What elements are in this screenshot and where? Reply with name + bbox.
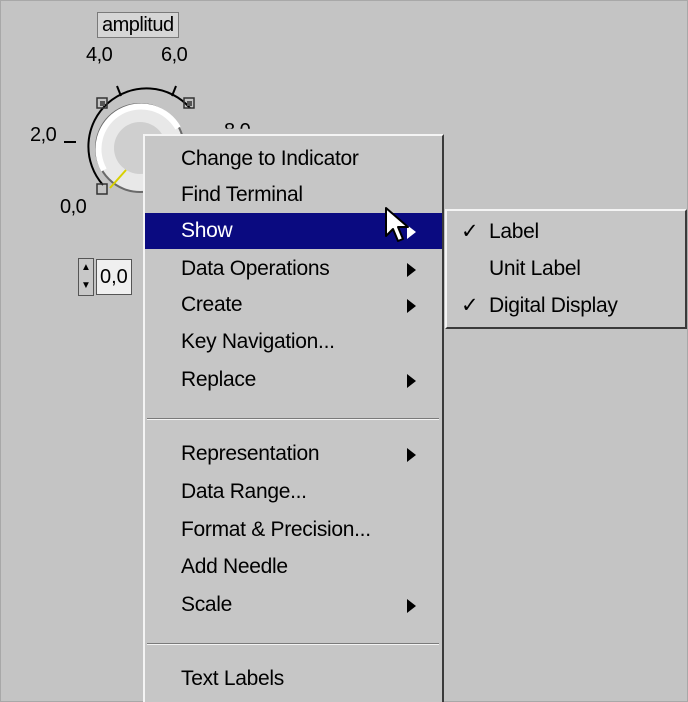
- checkmark-icon: ✓: [461, 294, 479, 317]
- submenu-arrow-icon: [407, 299, 416, 313]
- menu-item-label: Text Labels: [181, 667, 284, 690]
- submenu-item-text: Unit Label: [489, 257, 581, 280]
- menu-item-label: Data Operations: [181, 257, 330, 280]
- menu-item-label: Data Range...: [181, 480, 307, 503]
- menu-item-label: Find Terminal: [181, 183, 303, 206]
- show-submenu: ✓ Label Unit Label ✓ Digital Display: [445, 209, 687, 329]
- menu-item-label: Change to Indicator: [181, 147, 359, 170]
- menu-item-format-precision[interactable]: Format & Precision...: [145, 512, 442, 548]
- submenu-item-digital-display[interactable]: ✓ Digital Display: [447, 288, 683, 324]
- menu-item-replace[interactable]: Replace: [145, 362, 442, 398]
- menu-item-text-labels[interactable]: Text Labels: [145, 661, 442, 697]
- submenu-arrow-icon: [407, 263, 416, 277]
- menu-item-label: Representation: [181, 442, 320, 465]
- menu-item-add-needle[interactable]: Add Needle: [145, 549, 442, 585]
- increment-decrement-spinner[interactable]: ▲ ▼: [78, 258, 94, 296]
- menu-item-data-range[interactable]: Data Range...: [145, 474, 442, 510]
- menu-item-label: Show: [181, 219, 233, 242]
- submenu-arrow-icon: [407, 599, 416, 613]
- menu-item-label: Replace: [181, 368, 256, 391]
- menu-item-create[interactable]: Create: [145, 287, 442, 323]
- submenu-arrow-icon: [407, 448, 416, 462]
- submenu-arrow-icon: [407, 374, 416, 388]
- menu-item-label: Scale: [181, 593, 233, 616]
- spin-up-icon[interactable]: ▲: [81, 263, 91, 273]
- menu-item-data-operations[interactable]: Data Operations: [145, 251, 442, 287]
- menu-item-label: Key Navigation...: [181, 330, 335, 353]
- checkmark-icon: ✓: [461, 220, 479, 243]
- menu-separator: [147, 643, 439, 645]
- menu-item-label: Format & Precision...: [181, 518, 371, 541]
- menu-item-label: Add Needle: [181, 555, 288, 578]
- digital-value-field[interactable]: 0,0: [96, 259, 132, 295]
- menu-separator: [147, 418, 439, 420]
- spin-down-icon[interactable]: ▼: [81, 281, 91, 291]
- digital-display[interactable]: ▲ ▼ 0,0: [78, 257, 132, 297]
- menu-item-label: Create: [181, 293, 243, 316]
- submenu-item-unit-label[interactable]: Unit Label: [447, 251, 683, 287]
- menu-item-change-to-indicator[interactable]: Change to Indicator: [145, 141, 442, 177]
- menu-item-scale[interactable]: Scale: [145, 587, 442, 623]
- submenu-item-text: Label: [489, 220, 539, 243]
- submenu-item-label[interactable]: ✓ Label: [447, 214, 683, 250]
- submenu-item-text: Digital Display: [489, 294, 618, 317]
- mouse-pointer-icon: [385, 207, 409, 242]
- menu-item-key-navigation[interactable]: Key Navigation...: [145, 324, 442, 360]
- menu-item-representation[interactable]: Representation: [145, 436, 442, 472]
